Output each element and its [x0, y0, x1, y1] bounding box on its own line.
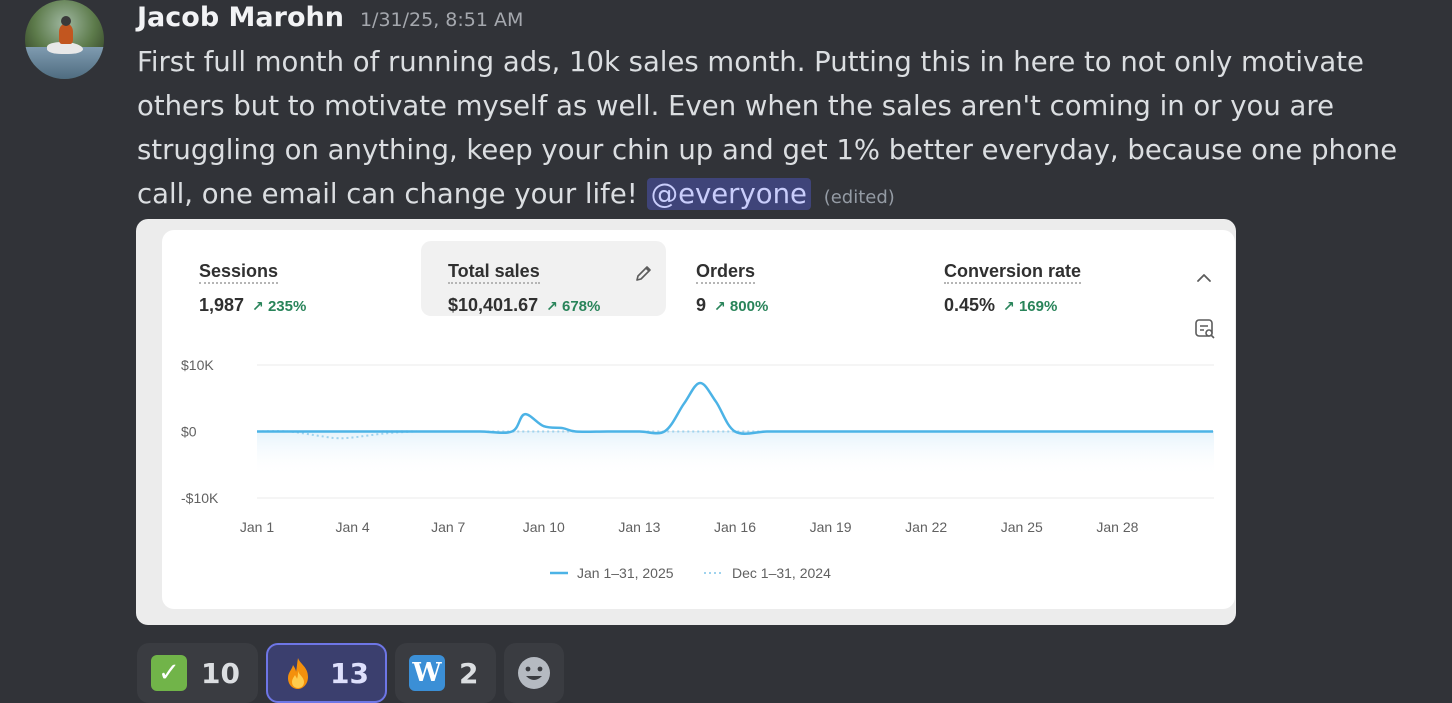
mention-everyone[interactable]: @everyone — [646, 178, 811, 210]
y-tick-label: $0 — [181, 424, 197, 440]
avatar-rider — [59, 24, 73, 44]
x-tick-label: Jan 28 — [1096, 519, 1138, 535]
x-tick-label: Jan 10 — [523, 519, 565, 535]
x-tick-label: Jan 16 — [714, 519, 756, 535]
x-tick-label: Jan 7 — [431, 519, 465, 535]
sales-line-chart: $10K $0 -$10K Jan 1 Jan 4 Jan 7 Jan 10 Jan 13 Ja… — [181, 357, 1214, 581]
reaction-check[interactable]: ✓ 10 — [137, 643, 258, 703]
reaction-count: 2 — [458, 656, 479, 690]
reaction-count: 13 — [329, 656, 369, 690]
message-content: First full month of running ads, 10k sal… — [137, 40, 1437, 220]
w-emoji-icon: W — [408, 655, 445, 691]
edited-label: (edited) — [823, 187, 895, 208]
smiley-face-icon — [518, 657, 551, 689]
message-timestamp[interactable]: 1/31/25, 8:51 AM — [360, 9, 523, 31]
series-line-current — [257, 381, 1213, 435]
analytics-card: Sessions 1,987 ↗ 235% Total sales $10,401… — [162, 230, 1235, 609]
x-tick-label: Jan 1 — [240, 519, 274, 535]
user-avatar[interactable] — [25, 0, 104, 79]
reaction-fire[interactable]: 13 — [265, 643, 387, 703]
check-mark-emoji-icon: ✓ — [151, 655, 187, 691]
username[interactable]: Jacob Marohn — [137, 2, 344, 33]
x-tick-label: Jan 22 — [905, 519, 947, 535]
x-tick-label: Jan 25 — [1001, 519, 1043, 535]
avatar-rider-head — [61, 16, 71, 26]
area-fill — [257, 431, 1214, 477]
x-tick-label: Jan 4 — [335, 519, 369, 535]
reactions-bar: ✓ 10 13 W 2 — [137, 643, 565, 703]
reaction-w[interactable]: W 2 — [394, 643, 497, 703]
y-tick-label: $10K — [181, 357, 214, 373]
y-tick-label: -$10K — [181, 490, 219, 506]
add-reaction-button[interactable] — [504, 643, 565, 703]
x-tick-label: Jan 19 — [810, 519, 852, 535]
legend-label-comparison: Dec 1–31, 2024 — [732, 565, 831, 581]
reaction-count: 10 — [201, 656, 240, 690]
legend-label-current: Jan 1–31, 2025 — [577, 565, 674, 581]
x-tick-label: Jan 13 — [618, 519, 660, 535]
fire-emoji-icon — [287, 658, 308, 689]
message-header: Jacob Marohn 1/31/25, 8:51 AM — [137, 2, 523, 33]
